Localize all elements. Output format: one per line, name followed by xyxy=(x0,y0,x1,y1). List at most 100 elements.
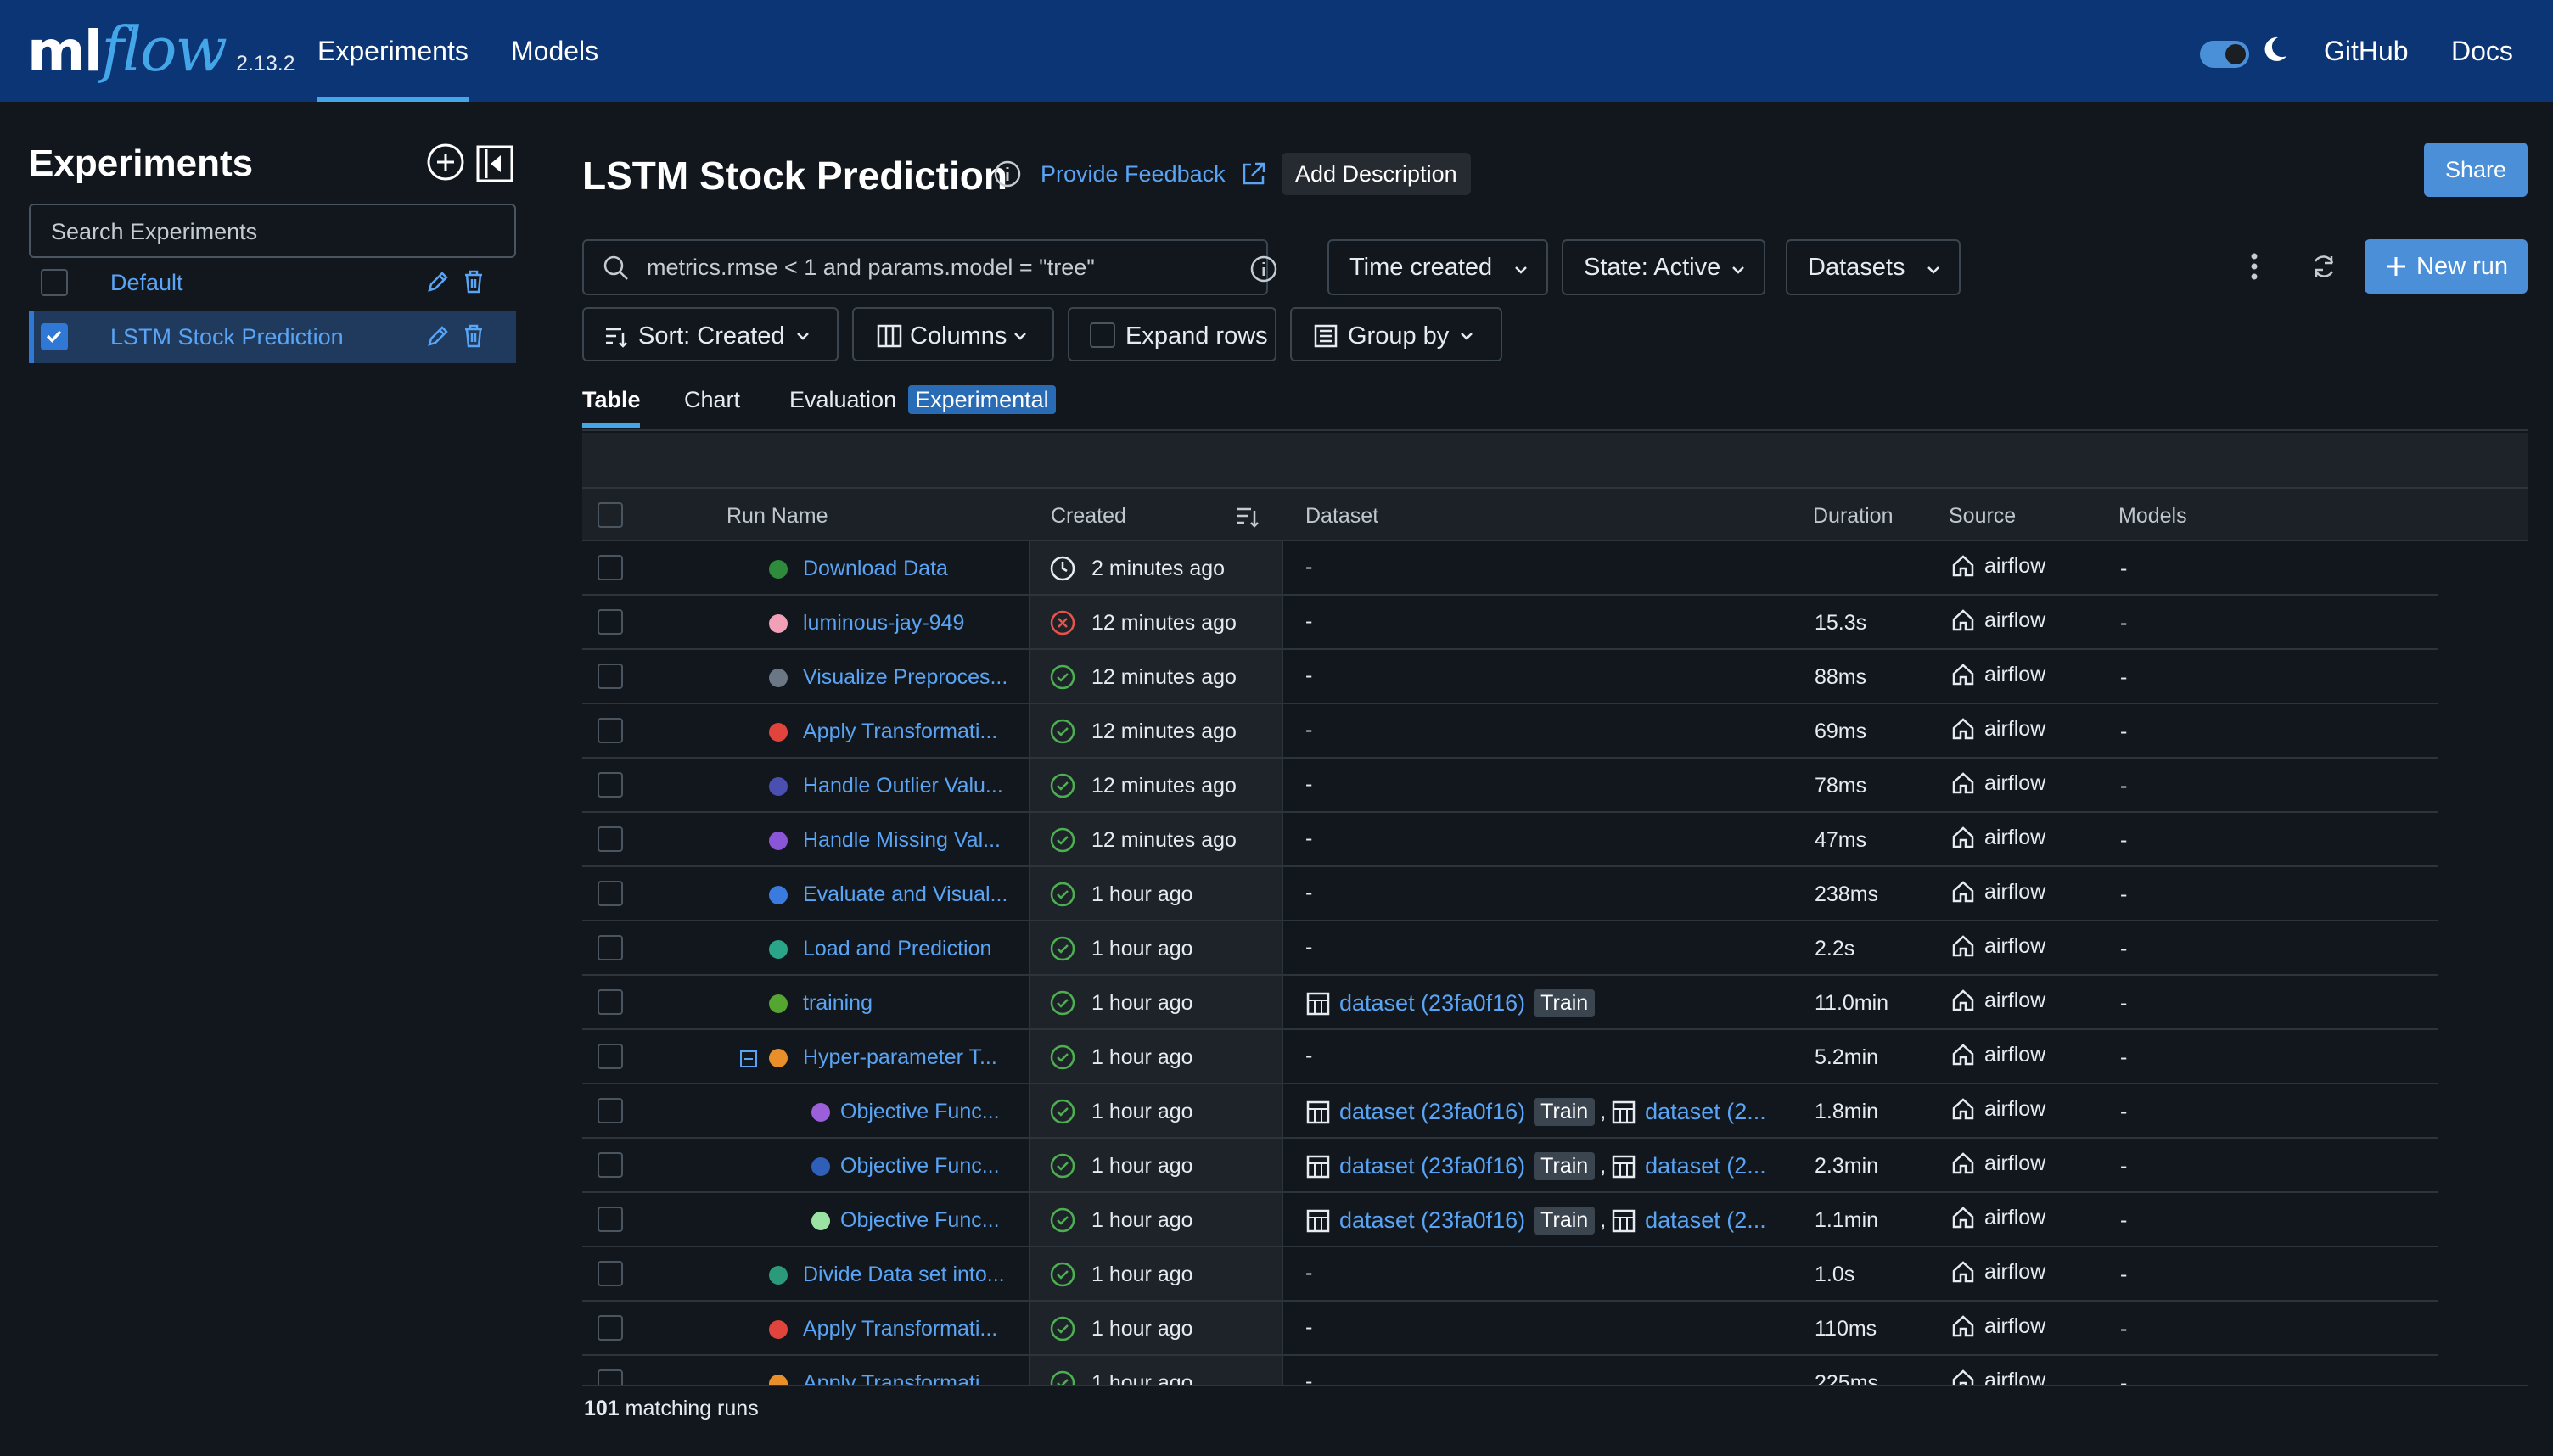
nav-models[interactable]: Models xyxy=(511,0,598,102)
run-source[interactable]: airflow xyxy=(1950,716,2045,742)
tab-evaluation[interactable]: Evaluation Experimental xyxy=(789,385,1056,414)
experiment-name[interactable]: LSTM Stock Prediction xyxy=(110,324,344,350)
row-checkbox[interactable] xyxy=(598,1369,623,1385)
select-all-checkbox[interactable] xyxy=(598,502,623,528)
row-checkbox[interactable] xyxy=(598,664,623,689)
dataset-link-more[interactable]: dataset (2... xyxy=(1645,1099,1766,1125)
new-run-button[interactable]: New run xyxy=(2365,239,2528,294)
table-row[interactable]: training 1 hour ago dataset (23fa0f16) Trai… xyxy=(582,976,2438,1030)
run-source[interactable]: airflow xyxy=(1950,1205,2045,1230)
run-source[interactable]: airflow xyxy=(1950,1096,2045,1122)
search-info-icon[interactable] xyxy=(1249,255,1278,283)
run-color-dot[interactable] xyxy=(811,1212,830,1230)
run-source[interactable]: airflow xyxy=(1950,770,2045,796)
dataset-link[interactable]: dataset (23fa0f16) xyxy=(1339,1207,1525,1234)
edit-icon[interactable] xyxy=(424,268,452,295)
time-created-dropdown[interactable]: Time created xyxy=(1327,239,1548,295)
run-color-dot[interactable] xyxy=(811,1103,830,1122)
info-icon[interactable] xyxy=(993,160,1022,188)
refresh-icon[interactable] xyxy=(2309,251,2339,282)
add-description-button[interactable]: Add Description xyxy=(1282,153,1471,195)
table-row[interactable]: Visualize Preproces... 12 minutes ago - 88m… xyxy=(582,650,2438,704)
row-checkbox[interactable] xyxy=(598,609,623,635)
tab-table[interactable]: Table xyxy=(582,387,641,413)
experiment-checkbox[interactable] xyxy=(41,269,68,296)
table-row[interactable]: Handle Missing Val... 12 minutes ago - 47ms… xyxy=(582,813,2438,867)
run-source[interactable]: airflow xyxy=(1950,988,2045,1013)
row-checkbox[interactable] xyxy=(598,1207,623,1232)
row-checkbox[interactable] xyxy=(598,935,623,960)
run-source[interactable]: airflow xyxy=(1950,553,2045,579)
github-link[interactable]: GitHub xyxy=(2324,0,2409,102)
table-row[interactable]: Load and Prediction 1 hour ago - 2.2s airflo… xyxy=(582,921,2438,976)
docs-link[interactable]: Docs xyxy=(2451,0,2513,102)
col-created[interactable]: Created xyxy=(1051,504,1126,529)
run-color-dot[interactable] xyxy=(811,1157,830,1176)
run-color-dot[interactable] xyxy=(769,994,788,1013)
mlflow-logo[interactable]: ml flow 2.13.2 xyxy=(27,14,295,85)
col-run-name[interactable]: Run Name xyxy=(727,504,828,529)
row-checkbox[interactable] xyxy=(598,989,623,1015)
run-color-dot[interactable] xyxy=(769,777,788,796)
row-checkbox[interactable] xyxy=(598,826,623,852)
dataset-link[interactable]: dataset (23fa0f16) xyxy=(1339,990,1525,1016)
experiment-checkbox[interactable] xyxy=(41,323,68,350)
nav-experiments[interactable]: Experiments xyxy=(317,0,469,102)
row-checkbox[interactable] xyxy=(598,881,623,906)
table-row[interactable]: luminous-jay-949 12 minutes ago - 15.3s airf… xyxy=(582,596,2438,650)
delete-icon[interactable] xyxy=(462,268,485,295)
experiment-item-lstm[interactable]: LSTM Stock Prediction xyxy=(29,311,516,363)
row-checkbox[interactable] xyxy=(598,555,623,580)
run-color-dot[interactable] xyxy=(769,560,788,579)
run-name-link[interactable]: Apply Transformati... xyxy=(803,1371,997,1385)
row-checkbox[interactable] xyxy=(598,1044,623,1069)
experiment-item-default[interactable]: Default xyxy=(29,256,516,309)
table-row[interactable]: Evaluate and Visual... 1 hour ago - 238ms ai… xyxy=(582,867,2438,921)
state-dropdown[interactable]: State: Active xyxy=(1562,239,1765,295)
run-color-dot[interactable] xyxy=(769,669,788,687)
delete-icon[interactable] xyxy=(462,322,485,350)
row-checkbox[interactable] xyxy=(598,1152,623,1178)
run-color-dot[interactable] xyxy=(769,832,788,850)
experiment-name[interactable]: Default xyxy=(110,270,183,296)
sort-dropdown[interactable]: Sort: Created xyxy=(582,307,839,361)
run-name-link[interactable]: Handle Outlier Valu... xyxy=(803,774,1003,798)
run-source[interactable]: airflow xyxy=(1950,879,2045,904)
run-name-link[interactable]: luminous-jay-949 xyxy=(803,611,964,636)
more-options-icon[interactable] xyxy=(2249,249,2259,283)
table-row[interactable]: Apply Transformati... 12 minutes ago - 69ms… xyxy=(582,704,2438,759)
add-experiment-icon[interactable] xyxy=(426,143,465,182)
run-name-link[interactable]: Divide Data set into... xyxy=(803,1263,1005,1287)
run-color-dot[interactable] xyxy=(769,723,788,742)
run-name-link[interactable]: Evaluate and Visual... xyxy=(803,882,1007,907)
run-name-link[interactable]: training xyxy=(803,991,873,1016)
expand-rows-toggle[interactable]: Expand rows xyxy=(1068,307,1276,361)
run-color-dot[interactable] xyxy=(769,940,788,959)
run-name-link[interactable]: Objective Func... xyxy=(840,1100,1000,1124)
table-row[interactable]: Apply Transformati... 1 hour ago - 110ms air… xyxy=(582,1302,2438,1356)
dataset-link[interactable]: dataset (23fa0f16) xyxy=(1339,1153,1525,1179)
row-checkbox[interactable] xyxy=(598,1098,623,1123)
columns-dropdown[interactable]: Columns xyxy=(852,307,1054,361)
run-source[interactable]: airflow xyxy=(1950,1042,2045,1067)
row-checkbox[interactable] xyxy=(598,718,623,743)
run-source[interactable]: airflow xyxy=(1950,825,2045,850)
run-name-link[interactable]: Download Data xyxy=(803,557,948,581)
run-name-link[interactable]: Objective Func... xyxy=(840,1154,1000,1179)
group-by-dropdown[interactable]: Group by xyxy=(1290,307,1502,361)
table-row[interactable]: Objective Func... 1 hour ago dataset (23fa… xyxy=(582,1193,2438,1247)
run-name-link[interactable]: Objective Func... xyxy=(840,1208,1000,1233)
dataset-link[interactable]: dataset (23fa0f16) xyxy=(1339,1099,1525,1125)
row-checkbox[interactable] xyxy=(598,1315,623,1341)
external-link-icon[interactable] xyxy=(1239,160,1268,188)
table-row[interactable]: Download Data 2 minutes ago - airflow - xyxy=(582,541,2438,596)
sort-descending-icon[interactable] xyxy=(1234,502,1261,529)
table-row[interactable]: Hyper-parameter T... 1 hour ago - 5.2min air… xyxy=(582,1030,2438,1084)
dataset-link-more[interactable]: dataset (2... xyxy=(1645,1207,1766,1234)
run-source[interactable]: airflow xyxy=(1950,1151,2045,1176)
run-source[interactable]: airflow xyxy=(1950,608,2045,633)
run-source[interactable]: airflow xyxy=(1950,1368,2045,1385)
run-source[interactable]: airflow xyxy=(1950,662,2045,687)
tab-chart[interactable]: Chart xyxy=(684,387,740,413)
table-row[interactable]: Objective Func... 1 hour ago dataset (23fa… xyxy=(582,1139,2438,1193)
